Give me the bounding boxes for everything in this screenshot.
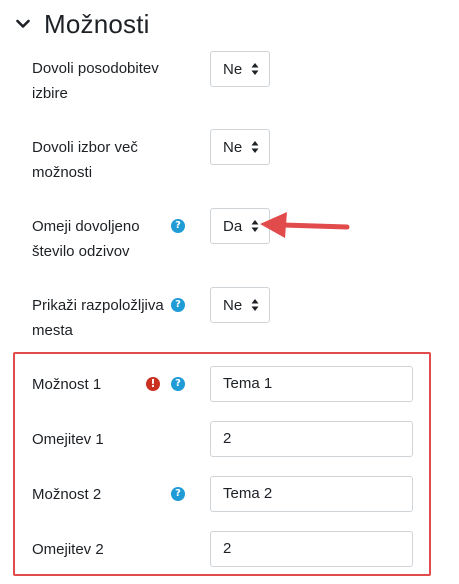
allow-update-select[interactable]: Ne [210, 51, 270, 87]
allow-update-label: Dovoli posodobitev izbire [32, 60, 159, 102]
show-available-label: Prikaži razpoložljiva mesta [32, 297, 164, 339]
chevron-down-icon[interactable] [14, 15, 32, 33]
limit-1-input[interactable]: 2 [210, 421, 413, 457]
show-available-select[interactable]: Ne [210, 287, 270, 323]
limit-responses-label: Omeji dovoljeno število odzivov [32, 218, 140, 260]
limit-2-label: Omejitev 2 [32, 541, 104, 558]
select-arrows-icon [251, 141, 259, 153]
choice-1-input[interactable]: Tema 1 [210, 366, 413, 402]
select-arrows-icon [251, 299, 259, 311]
error-icon: ! [146, 377, 160, 391]
help-icon[interactable]: ? [171, 219, 185, 233]
select-arrows-icon [251, 63, 259, 75]
red-arrow [260, 212, 350, 238]
help-icon[interactable]: ? [171, 377, 185, 391]
limit-1-label: Omejitev 1 [32, 431, 104, 448]
section-header[interactable]: Možnosti [14, 4, 150, 44]
choice-2-input[interactable]: Tema 2 [210, 476, 413, 512]
help-icon[interactable]: ? [171, 487, 185, 501]
limit-2-input[interactable]: 2 [210, 531, 413, 567]
help-icon[interactable]: ? [171, 298, 185, 312]
section-title: Možnosti [44, 8, 150, 39]
allow-multiple-select[interactable]: Ne [210, 129, 270, 165]
choice-2-label: Možnost 2 [32, 486, 102, 503]
allow-multiple-label: Dovoli izbor več možnosti [32, 139, 138, 181]
